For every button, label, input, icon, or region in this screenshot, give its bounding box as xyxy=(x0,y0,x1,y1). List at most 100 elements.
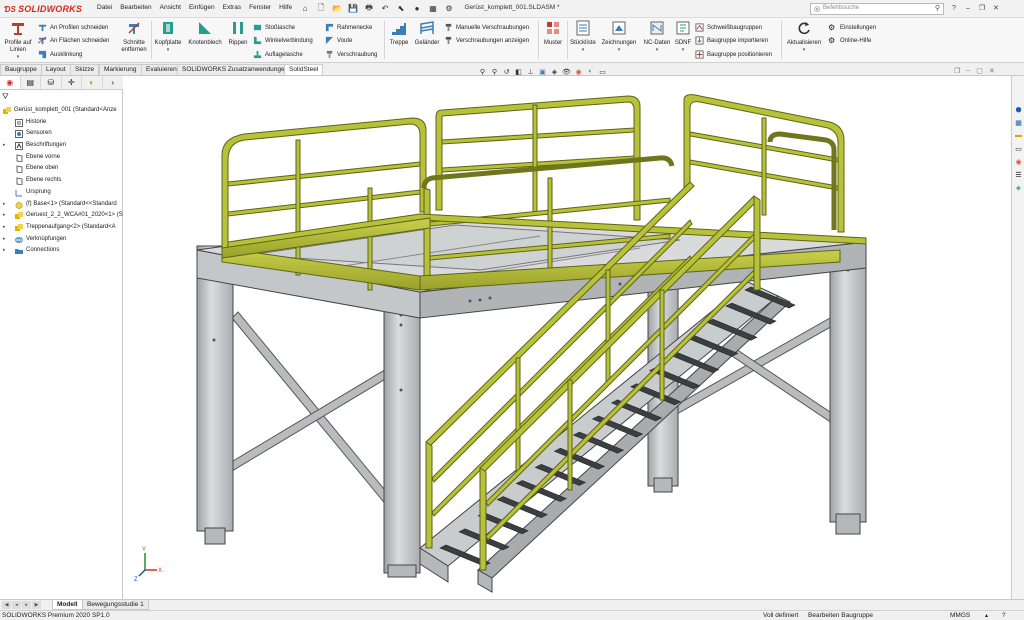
unit-system[interactable]: MMGS xyxy=(950,611,970,620)
tab-model[interactable]: Modell xyxy=(52,600,83,610)
frame-corner-button[interactable]: Rahmenecke xyxy=(325,22,372,33)
solidsteel-pane-icon[interactable]: ◈ xyxy=(1013,182,1024,193)
appearances-icon[interactable]: ◉ xyxy=(1013,156,1024,167)
close-icon[interactable]: ✕ xyxy=(990,2,1002,14)
rebuild-icon[interactable]: ▦ xyxy=(426,2,440,15)
menu-edit[interactable]: Bearbeiten xyxy=(116,4,155,11)
notch-button[interactable]: Ausklinkung xyxy=(38,49,82,60)
expand-tabs-icon[interactable]: › xyxy=(103,76,123,89)
menu-tools[interactable]: Extras xyxy=(219,4,245,11)
weld-groups-button[interactable]: Schweißbaugruppen xyxy=(695,22,762,33)
tree-root[interactable]: Gerüst_komplett_001 (Standard<Anze xyxy=(0,105,123,117)
viewport-restore-icon[interactable]: ❐ xyxy=(954,67,960,75)
view-palette-icon[interactable]: ▭ xyxy=(1013,143,1024,154)
file-explorer-icon[interactable]: ▬ xyxy=(1013,130,1024,141)
tree-item-connections[interactable]: ▸ Connections xyxy=(0,245,123,257)
scroll-last-icon[interactable]: ▶ xyxy=(32,601,41,609)
expand-arrow-icon[interactable]: ▸ xyxy=(3,234,6,246)
gusset-button[interactable]: Knotenblech xyxy=(186,20,224,47)
filter-icon[interactable]: ⛛ xyxy=(2,92,9,102)
menu-file[interactable]: Datei xyxy=(93,4,116,11)
tree-item-front-plane[interactable]: Ebene vorne xyxy=(0,152,123,164)
help-icon[interactable]: ? xyxy=(948,2,960,14)
profile-on-lines-button[interactable]: Profile auf Linien ▾ xyxy=(2,20,34,61)
dimxpert-tab-icon[interactable]: ✛ xyxy=(62,76,82,89)
expand-arrow-icon[interactable]: ▸ xyxy=(3,210,6,222)
help-status-icon[interactable]: ? xyxy=(1002,611,1006,620)
scroll-prev-icon[interactable]: ◂ xyxy=(12,601,21,609)
haunch-button[interactable]: Voute xyxy=(325,35,352,46)
import-assembly-button[interactable]: Baugruppe importieren xyxy=(695,35,768,46)
feature-tree-tab-icon[interactable]: ◉ xyxy=(0,76,21,89)
menu-window[interactable]: Fenster xyxy=(245,4,275,11)
profile-cut-button[interactable]: An Profilen schneiden xyxy=(38,22,108,33)
viewport-close-icon[interactable]: ✕ xyxy=(989,67,995,75)
tab-motion-study[interactable]: Bewegungsstudie 1 xyxy=(82,600,149,610)
support-plate-button[interactable]: Auflagelasche xyxy=(253,49,303,60)
traffic-light-icon[interactable]: ● xyxy=(410,2,424,15)
expand-arrow-icon[interactable]: ▸ xyxy=(3,199,6,211)
tab-evaluate[interactable]: Evaluieren xyxy=(141,64,182,75)
tree-item-stairway[interactable]: ▸ Treppenaufgang<2> (Standard<A xyxy=(0,222,123,234)
command-search-input[interactable]: ◎ Befehlssuche ⚲ xyxy=(810,3,944,15)
solidworks-resources-icon[interactable]: ⬢ xyxy=(1013,104,1024,115)
show-bolting-button[interactable]: Verschraubungen anzeigen xyxy=(444,35,529,46)
restore-icon[interactable]: ❐ xyxy=(976,2,988,14)
menu-insert[interactable]: Einfügen xyxy=(185,4,219,11)
expand-arrow-icon[interactable]: ▸ xyxy=(3,140,6,152)
viewport-maximize-icon[interactable]: ▢ xyxy=(976,67,983,75)
position-assembly-button[interactable]: Baugruppe positionieren xyxy=(695,49,772,60)
undo-icon[interactable]: ↶ xyxy=(378,2,392,15)
tree-item-history[interactable]: Historie xyxy=(0,117,123,129)
custom-properties-icon[interactable]: ☰ xyxy=(1013,169,1024,180)
configuration-manager-tab-icon[interactable]: ⛁ xyxy=(41,76,62,89)
save-icon[interactable]: 💾 xyxy=(346,2,360,15)
graphics-area[interactable]: Y X Z xyxy=(123,76,1011,599)
property-manager-tab-icon[interactable]: ▤ xyxy=(21,76,41,89)
online-help-button[interactable]: ⚙ Online-Hilfe xyxy=(828,35,871,46)
bolting-button[interactable]: Verschraubung xyxy=(325,49,377,60)
tab-solidsteel[interactable]: SolidSteel xyxy=(284,64,324,75)
tree-item-sensors[interactable]: Sensoren xyxy=(0,128,123,140)
display-manager-tab-icon[interactable]: ◐ xyxy=(82,76,103,89)
ribs-button[interactable]: Rippen xyxy=(226,20,250,47)
open-document-icon[interactable]: 📂 xyxy=(330,2,344,15)
viewport-minimize-icon[interactable]: – xyxy=(966,67,970,75)
expand-arrow-icon[interactable]: ▸ xyxy=(3,222,6,234)
manual-bolting-button[interactable]: Manuelle Verschraubungen xyxy=(444,22,529,33)
scroll-first-icon[interactable]: ◀ xyxy=(2,601,11,609)
tree-item-right-plane[interactable]: Ebene rechts xyxy=(0,175,123,187)
remove-cuts-button[interactable]: Schnitte entfernen xyxy=(118,20,150,54)
design-library-icon[interactable]: ▦ xyxy=(1013,117,1024,128)
options-gear-icon[interactable]: ⚙ xyxy=(442,2,456,15)
refresh-button[interactable]: Aktualisieren ▾ xyxy=(784,20,824,54)
bom-button[interactable]: Stückliste ▾ xyxy=(568,20,598,54)
tab-assembly[interactable]: Baugruppe xyxy=(0,64,42,75)
unit-menu-icon[interactable]: ▴ xyxy=(985,611,988,620)
settings-button[interactable]: ⚙ Einstellungen xyxy=(828,22,876,33)
face-cut-button[interactable]: An Flächen schneiden xyxy=(38,35,109,46)
home-icon[interactable]: ⌂ xyxy=(298,2,312,15)
solidworks-logo[interactable]: ƊS SOLIDWORKS xyxy=(4,2,82,16)
railing-button[interactable]: Geländer xyxy=(412,20,442,47)
expand-arrow-icon[interactable]: ▸ xyxy=(3,245,6,257)
pattern-button[interactable]: Muster xyxy=(540,20,566,47)
tree-item-annotations[interactable]: ▸ Beschriftungen xyxy=(0,140,123,152)
tree-item-base[interactable]: ▸ (f) Base<1> (Standard<<Standard xyxy=(0,199,123,211)
stairs-button[interactable]: Treppe xyxy=(386,20,412,47)
new-document-icon[interactable]: 🗋 xyxy=(314,2,328,15)
sdnf-button[interactable]: SDNF ▾ xyxy=(673,20,693,54)
tree-item-top-plane[interactable]: Ebene oben xyxy=(0,163,123,175)
minimize-icon[interactable]: – xyxy=(962,2,974,14)
drawings-button[interactable]: Zeichnungen ▾ xyxy=(599,20,639,54)
select-icon[interactable]: ⬉ xyxy=(394,2,408,15)
tab-sketch[interactable]: Skizze xyxy=(70,64,100,75)
tab-addins[interactable]: SOLIDWORKS Zusatzanwendungen xyxy=(177,64,294,75)
print-icon[interactable]: 🖶 xyxy=(362,2,376,15)
head-plate-button[interactable]: Kopfplatte ▾ xyxy=(152,20,184,54)
angle-connection-button[interactable]: Winkelverbindung xyxy=(253,35,313,46)
butt-plate-button[interactable]: Stoßlasche xyxy=(253,22,295,33)
tab-layout[interactable]: Layout xyxy=(41,64,71,75)
menu-help[interactable]: Hilfe xyxy=(275,4,296,11)
tab-markup[interactable]: Markierung xyxy=(99,64,142,75)
